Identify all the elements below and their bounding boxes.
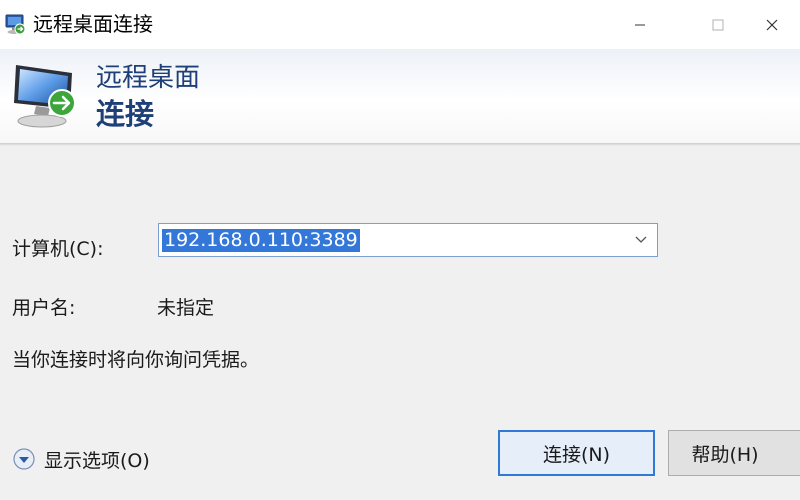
computer-combobox[interactable]: 192.168.0.110:3389 bbox=[158, 223, 658, 257]
banner-divider bbox=[0, 143, 800, 146]
title-bar[interactable]: 远程桌面连接 bbox=[0, 0, 800, 49]
username-value: 未指定 bbox=[157, 297, 215, 319]
help-button[interactable]: 帮助(H) bbox=[668, 430, 800, 476]
header-banner: 远程桌面 连接 bbox=[0, 49, 800, 144]
close-icon bbox=[766, 19, 778, 30]
maximize-button[interactable] bbox=[688, 0, 748, 49]
minimize-icon bbox=[635, 24, 645, 25]
show-options-toggle[interactable]: 显示选项(O) bbox=[12, 445, 150, 473]
computer-input-value[interactable]: 192.168.0.110:3389 bbox=[162, 229, 360, 252]
computer-label: 计算机(C): bbox=[12, 238, 104, 260]
username-label: 用户名: bbox=[12, 297, 76, 319]
window-title: 远程桌面连接 bbox=[33, 12, 153, 36]
minimize-button[interactable] bbox=[610, 0, 670, 49]
remote-desktop-app-icon bbox=[5, 14, 26, 35]
remote-desktop-dialog: 远程桌面连接 远程桌面 连接 计算机(C): 192.168.0.110:338… bbox=[0, 0, 800, 500]
maximize-icon bbox=[712, 19, 724, 30]
connect-button[interactable]: 连接(N) bbox=[498, 430, 655, 476]
credentials-hint: 当你连接时将向你询问凭据。 bbox=[12, 349, 260, 371]
banner-title-line2: 连接 bbox=[96, 97, 155, 131]
chevron-down-icon bbox=[635, 236, 647, 243]
banner-title-line1: 远程桌面 bbox=[96, 63, 201, 93]
computer-dropdown-button[interactable] bbox=[631, 224, 651, 256]
show-options-label: 显示选项(O) bbox=[44, 449, 150, 472]
remote-desktop-monitor-icon bbox=[14, 65, 76, 128]
expand-down-circle-icon bbox=[13, 448, 35, 470]
close-button[interactable] bbox=[744, 0, 800, 49]
